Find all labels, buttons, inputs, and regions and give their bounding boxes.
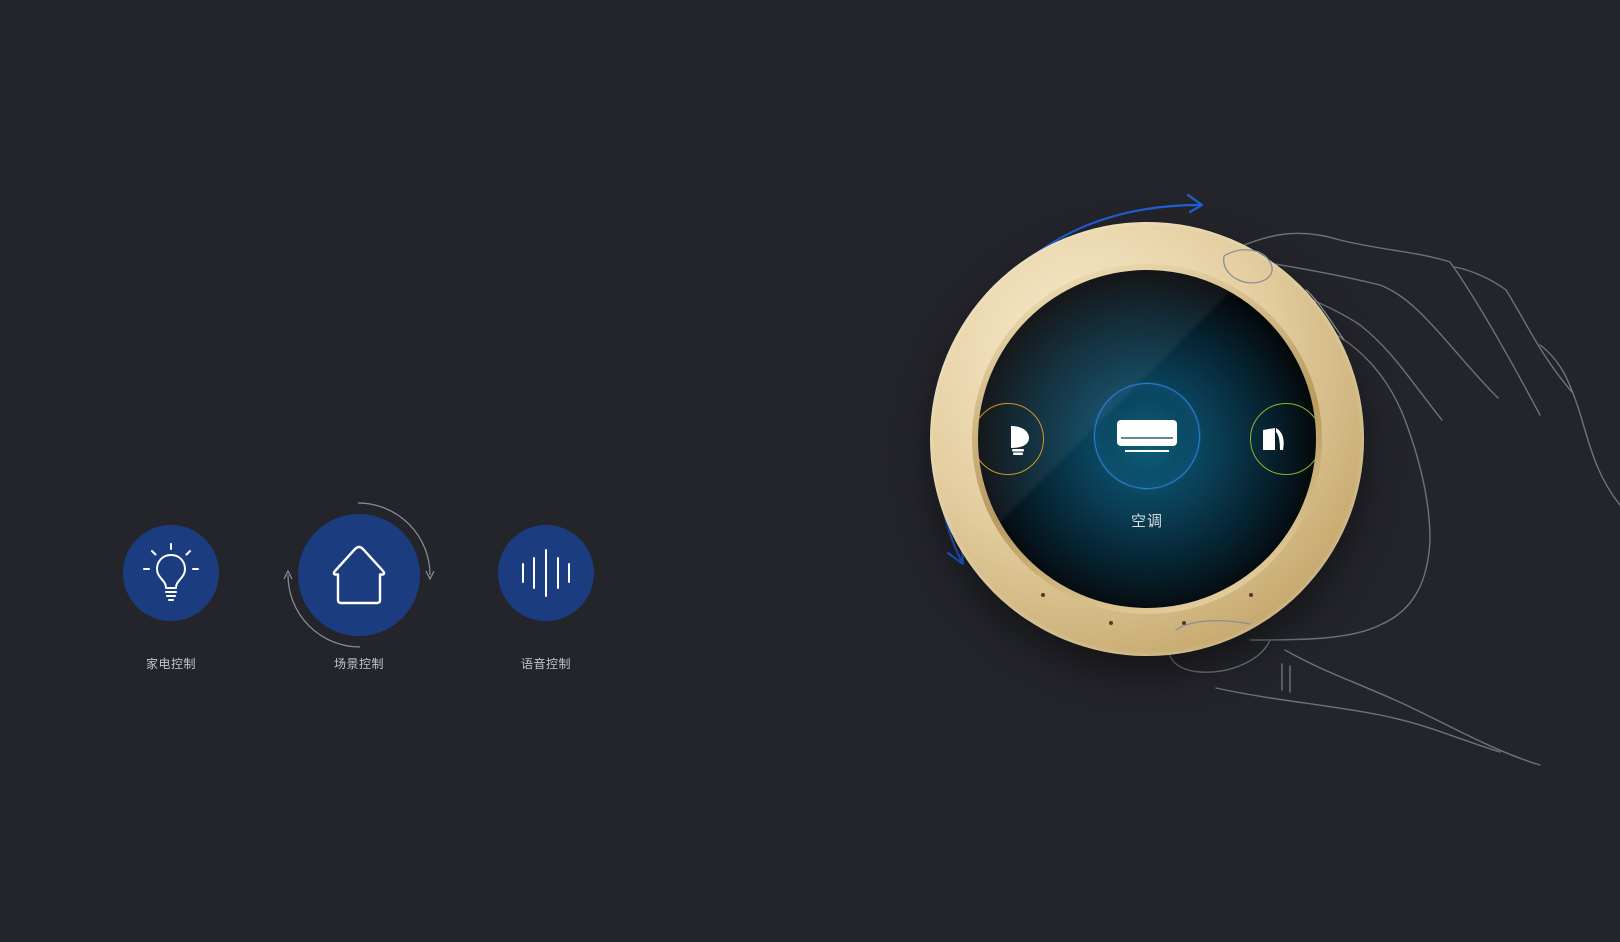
device-option-curtain[interactable]: [1250, 403, 1316, 475]
curtain-icon: [1263, 428, 1284, 450]
panel-screen: 空调: [978, 270, 1316, 608]
air-conditioner-icon: [1117, 419, 1177, 452]
screen-device-label: 空调: [1130, 512, 1163, 530]
feature-appliance-control[interactable]: 家电控制: [71, 525, 271, 675]
feature-appliance-disc[interactable]: [123, 525, 219, 621]
mic-dot: [1041, 593, 1045, 597]
feature-scene-control[interactable]: 场景控制: [259, 502, 459, 675]
mic-dot: [1109, 621, 1113, 625]
rotate-arrowhead-top: [1186, 193, 1204, 214]
mic-dot: [1249, 593, 1253, 597]
hand-sketch-illustration: [1167, 232, 1620, 766]
feature-scene-label: 场景控制: [333, 657, 384, 671]
lightbulb-icon: [143, 543, 199, 601]
feature-scene-disc[interactable]: [298, 514, 420, 636]
device-option-air-conditioner[interactable]: [1094, 382, 1200, 489]
feature-voice-disc[interactable]: [498, 525, 594, 621]
house-icon: [332, 545, 386, 605]
feature-appliance-label: 家电控制: [145, 657, 196, 671]
voice-wave-icon: [522, 549, 570, 597]
smart-control-panel[interactable]: 空调: [930, 222, 1364, 656]
hand-fingertips-sketch: [1175, 249, 1345, 631]
mic-dot: [1182, 621, 1186, 625]
feature-voice-control[interactable]: 语音控制: [446, 525, 646, 675]
rotate-arrows: [936, 193, 1204, 566]
lightbulb-icon: [1011, 426, 1029, 455]
feature-voice-label: 语音控制: [520, 657, 571, 671]
